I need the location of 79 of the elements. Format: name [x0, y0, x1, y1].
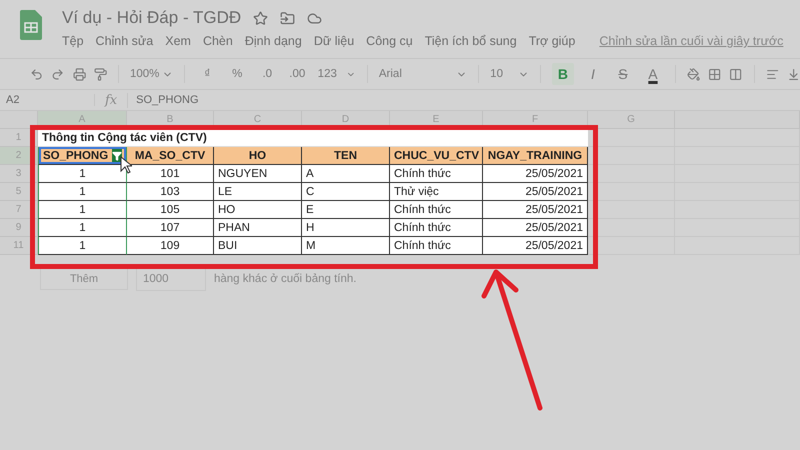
header-cell[interactable]: CHUC_VU_CTV	[390, 147, 483, 165]
font-dropdown[interactable]: Arial	[378, 68, 468, 80]
cloud-icon	[307, 10, 322, 26]
table-cell: 109	[127, 237, 214, 255]
document-title[interactable]: Ví dụ - Hỏi Đáp - TGDĐ	[62, 8, 242, 28]
menu-item[interactable]: Chèn	[202, 34, 233, 48]
menu-item[interactable]: Công cụ	[366, 34, 413, 48]
format-button[interactable]: I	[582, 63, 604, 85]
last-edit-link[interactable]: Chỉnh sửa lần cuối vài giây trước	[599, 34, 784, 48]
number-format-button[interactable]: .0	[256, 63, 278, 85]
number-format-button[interactable]: .00	[286, 63, 308, 85]
table-cell: 25/05/2021	[483, 201, 588, 219]
table-cell: 107	[127, 219, 214, 237]
merge-icon[interactable]	[729, 66, 743, 82]
table-cell: 25/05/2021	[483, 219, 588, 237]
table-cell: M	[302, 237, 390, 255]
header-cell[interactable]: NGAY_TRAINING	[483, 147, 588, 165]
menu-item[interactable]: Tệp	[62, 34, 84, 48]
table-cell: Chính thức	[390, 201, 483, 219]
paint-format-icon[interactable]	[94, 66, 108, 82]
table-cell: 25/05/2021	[483, 165, 588, 183]
pointer-cursor-icon	[120, 156, 132, 174]
menu-item[interactable]: Định dạng	[244, 34, 302, 48]
header-cell[interactable]: HO	[214, 147, 302, 165]
menu-item[interactable]: Dữ liệu	[314, 34, 354, 48]
table-cell: Thử việc	[390, 183, 483, 201]
table-cell: C	[302, 183, 390, 201]
number-format-button[interactable]: %	[226, 63, 248, 85]
table-cell: Chính thức	[390, 237, 483, 255]
borders-icon[interactable]	[708, 66, 722, 82]
table-cell: BUI	[214, 237, 302, 255]
row-count-field[interactable]: 1000	[136, 267, 206, 291]
header-cell[interactable]: MA_SO_CTV	[127, 147, 214, 165]
table-cell: 1	[38, 201, 127, 219]
table-cell: HO	[214, 201, 302, 219]
undo-icon[interactable]	[30, 66, 44, 82]
table-cell: E	[302, 201, 390, 219]
menu-item[interactable]: Xem	[165, 34, 191, 48]
table-cell: Chính thức	[390, 219, 483, 237]
fill-color-icon[interactable]	[686, 66, 700, 82]
star-icon[interactable]	[253, 10, 268, 26]
table-cell: 1	[38, 165, 127, 183]
menu-item[interactable]: Trợ giúp	[528, 34, 576, 48]
print-icon[interactable]	[72, 66, 86, 82]
table-cell: 1	[38, 237, 127, 255]
zoom-dropdown[interactable]: 100%	[130, 68, 174, 80]
table-cell: 105	[127, 201, 214, 219]
table-cell: 103	[127, 183, 214, 201]
menu-item[interactable]: Tiện ích bổ sung	[424, 34, 517, 48]
header-cell[interactable]: TEN	[302, 147, 390, 165]
number-format-button[interactable]: 123	[316, 63, 338, 85]
table-cell: 101	[127, 165, 214, 183]
table-cell: 25/05/2021	[483, 237, 588, 255]
cell-reference[interactable]: A2	[0, 94, 95, 106]
format-button[interactable]: S	[612, 63, 634, 85]
sheets-logo-icon	[20, 10, 42, 40]
filter-icon[interactable]	[112, 149, 122, 162]
table-cell: LE	[214, 183, 302, 201]
table-cell: Chính thức	[390, 165, 483, 183]
font-size-dropdown[interactable]: 10	[490, 68, 530, 80]
vertical-align-icon[interactable]	[786, 66, 800, 82]
redo-icon[interactable]	[51, 66, 65, 82]
formula-value[interactable]: SO_PHONG	[128, 94, 199, 106]
table-cell: PHAN	[214, 219, 302, 237]
header-cell[interactable]: SO_PHONG	[38, 147, 127, 165]
table-cell: 1	[38, 219, 127, 237]
menu-item[interactable]: Chỉnh sửa	[96, 34, 154, 48]
table-cell: H	[302, 219, 390, 237]
move-folder-icon[interactable]	[280, 10, 296, 26]
table-cell: 25/05/2021	[483, 183, 588, 201]
table-cell: A	[302, 165, 390, 183]
format-button[interactable]: A	[642, 63, 664, 85]
table-title: Thông tin Cộng tác viên (CTV)	[38, 129, 588, 147]
format-button[interactable]: B	[552, 63, 574, 85]
add-rows-button[interactable]: Thêm	[40, 268, 128, 290]
add-rows-text: hàng khác ở cuối bảng tính.	[214, 273, 356, 285]
number-format-button[interactable]: ₫	[196, 63, 218, 85]
table-cell: NGUYEN	[214, 165, 302, 183]
table-cell: 1	[38, 183, 127, 201]
